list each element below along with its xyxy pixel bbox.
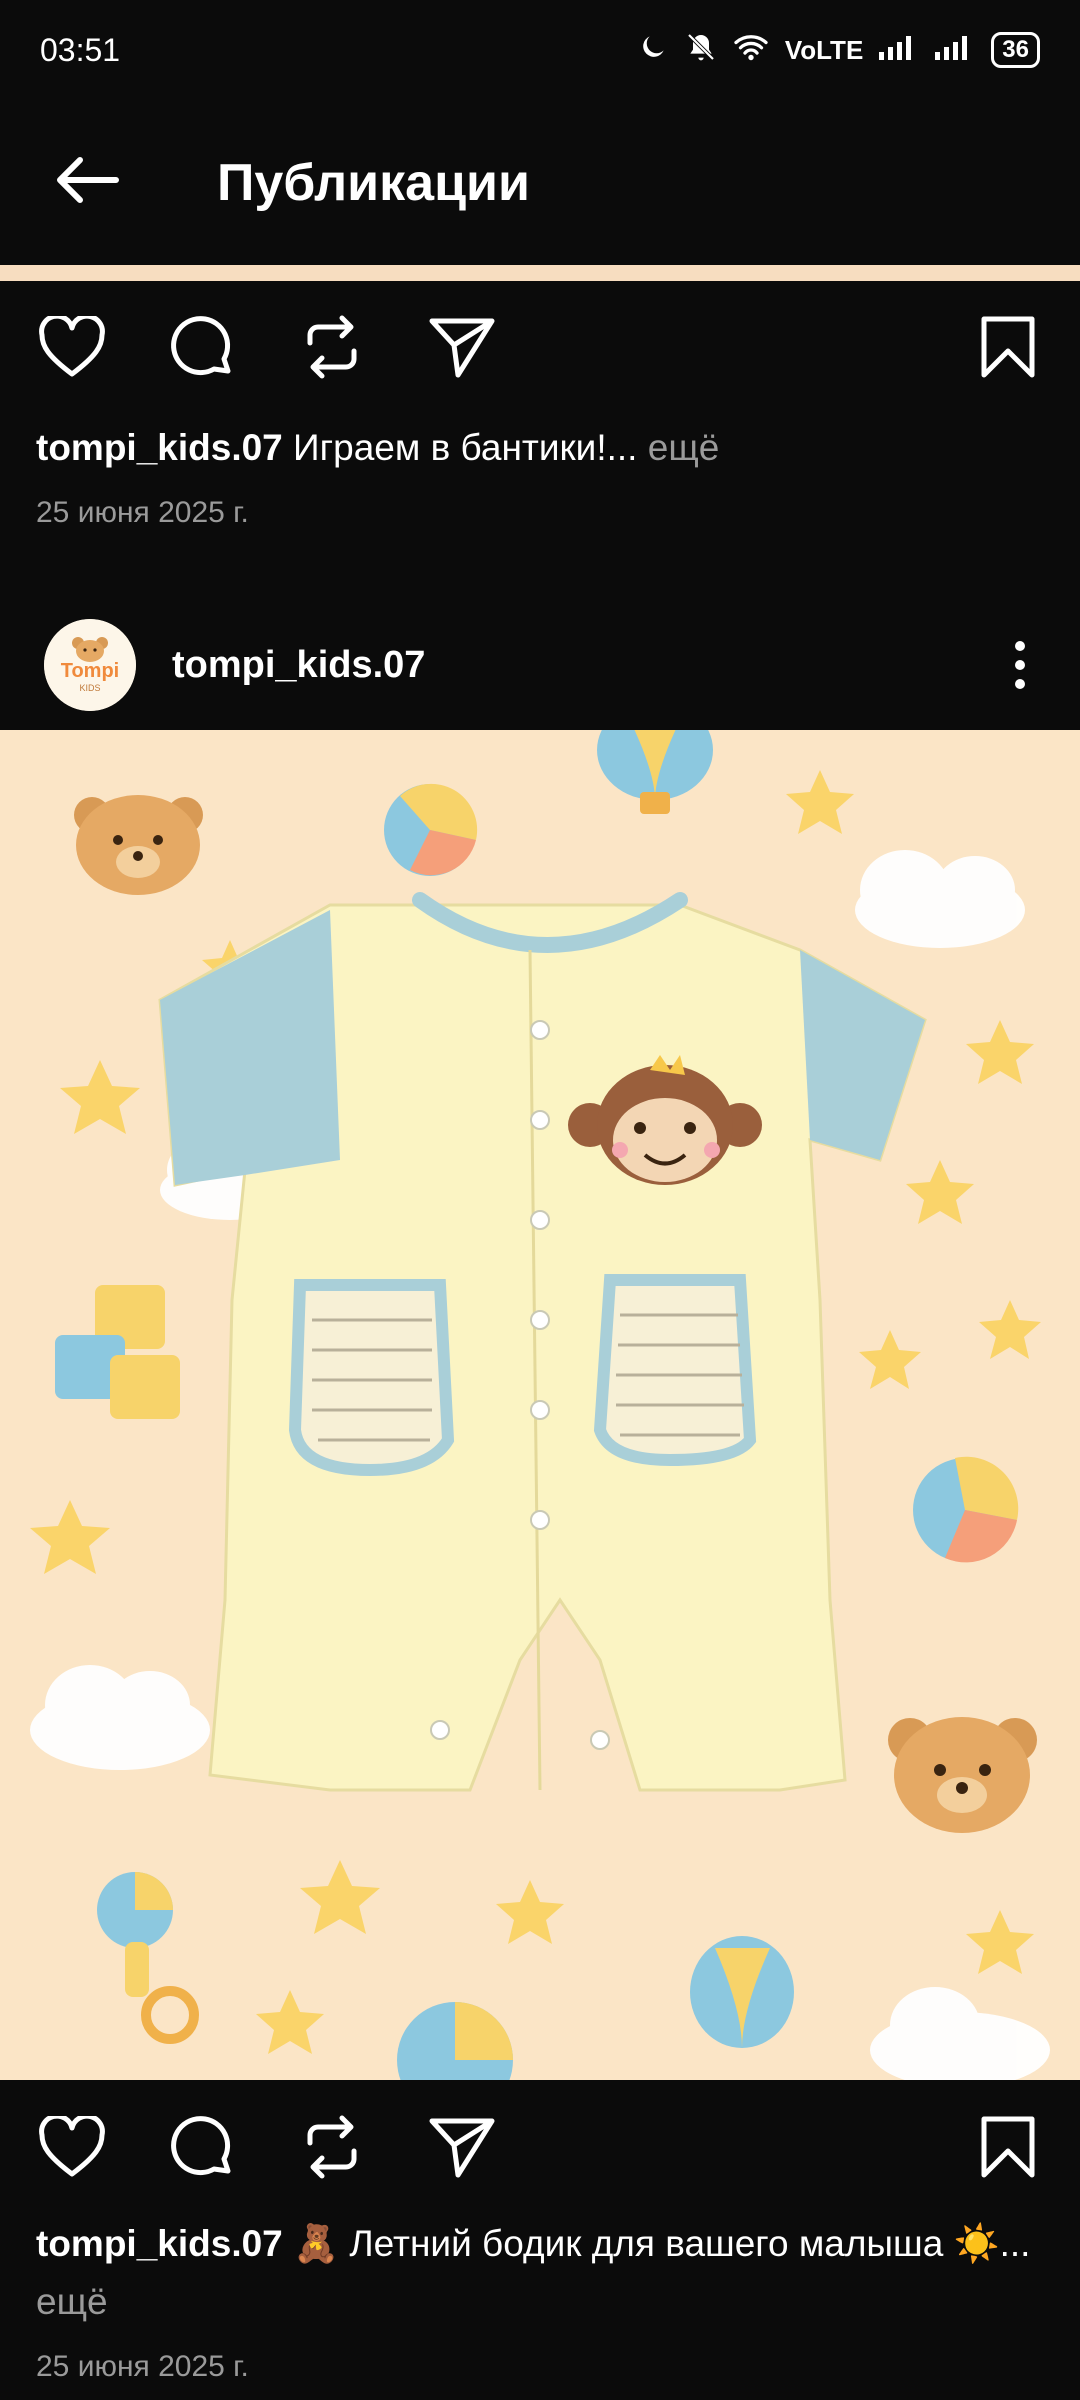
caption-username[interactable]: tompi_kids.07 [36,2223,283,2264]
post-date: 25 июня 2025 г. [36,2350,249,2383]
tompi-logo: Tompi KIDS [44,619,136,711]
repost-button[interactable] [296,311,368,383]
svg-text:Tompi: Tompi [61,660,120,682]
post-actions-bar [0,2092,1080,2202]
back-button[interactable] [42,138,132,228]
status-bar: 03:51 VoLTE 36 [0,0,1080,100]
post-header: Tompi KIDS tompi_kids.07 [0,600,1080,730]
status-time: 03:51 [40,31,121,68]
signal-icon [935,34,975,67]
bookmark-icon [981,2116,1035,2178]
romper-photo [0,730,1080,2080]
share-icon [429,318,495,378]
svg-text:KIDS: KIDS [79,683,100,693]
caption-text: Играем в бантики!... [293,427,638,468]
comment-icon [171,2116,231,2176]
bookmark-icon [981,316,1035,378]
share-button[interactable] [426,311,498,383]
signal-icon [879,34,919,67]
comment-button[interactable] [166,311,238,383]
post-image[interactable] [0,730,1080,2080]
post-caption: tompi_kids.07 Играем в бантики!... ещё [36,419,1036,477]
bell-off-icon [685,31,717,70]
moon-icon [637,31,669,70]
wifi-icon [733,32,769,69]
comment-button[interactable] [166,2111,238,2183]
repost-icon [307,2115,357,2179]
more-vertical-icon [1015,641,1025,689]
battery-indicator: 36 [991,32,1040,68]
post-date: 25 июня 2025 г. [36,496,249,529]
share-icon [429,2118,495,2178]
caption-text: 🧸 Летний бодик для вашего малыша ☀️... [293,2223,1031,2264]
post-actions-bar [0,292,1080,402]
save-button[interactable] [972,311,1044,383]
app-bar: Публикации [0,100,1080,265]
share-button[interactable] [426,2111,498,2183]
more-link[interactable]: ещё [648,427,720,468]
post-caption: tompi_kids.07 🧸 Летний бодик для вашего … [36,2215,1036,2331]
caption-username[interactable]: tompi_kids.07 [36,427,283,468]
more-link[interactable]: ещё [36,2281,108,2322]
avatar[interactable]: Tompi KIDS [44,619,136,711]
heart-icon [39,316,105,377]
arrow-left-icon [52,155,122,210]
repost-icon [307,315,357,379]
more-options-button[interactable] [1000,625,1040,705]
page-title: Публикации [217,153,530,212]
repost-button[interactable] [296,2111,368,2183]
save-button[interactable] [972,2111,1044,2183]
like-button[interactable] [36,2111,108,2183]
comment-icon [171,316,231,376]
heart-icon [39,2116,105,2177]
network-type-label: VoLTE [784,34,864,65]
previous-post-image-edge [0,265,1080,281]
like-button[interactable] [36,311,108,383]
post-username[interactable]: tompi_kids.07 [172,644,425,687]
status-icons: VoLTE 36 [637,31,1040,70]
